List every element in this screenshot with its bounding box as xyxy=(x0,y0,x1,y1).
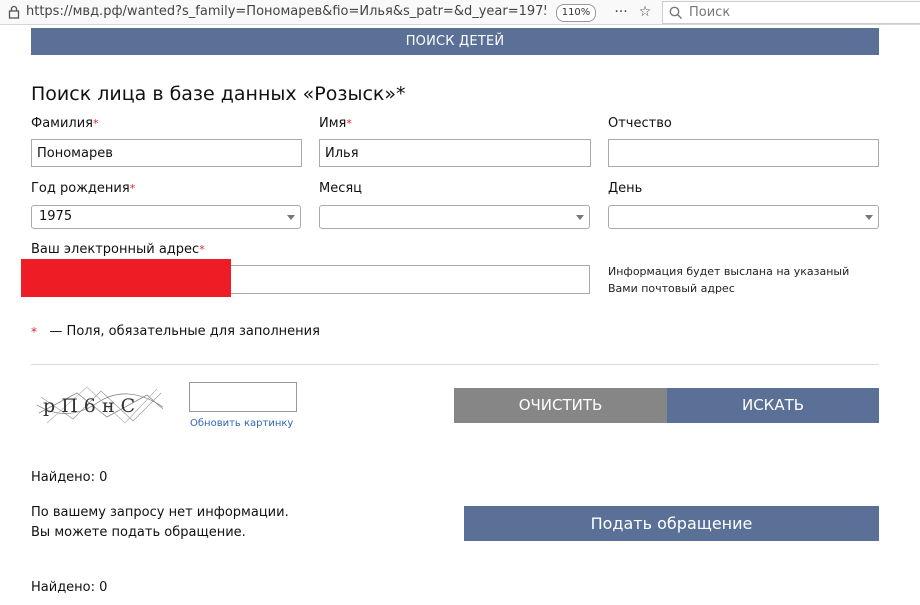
day-select[interactable] xyxy=(608,205,879,229)
url-text[interactable]: https://мвд.рф/wanted?s_family=Пономарев… xyxy=(26,3,546,21)
patronymic-label: Отчество xyxy=(608,116,672,131)
captcha-input[interactable] xyxy=(189,382,297,412)
no-results-message: По вашему запросу нет информации. Вы мож… xyxy=(31,503,289,543)
clear-button[interactable]: ОЧИСТИТЬ xyxy=(454,388,667,423)
chevron-down-icon xyxy=(865,215,873,220)
month-select[interactable] xyxy=(319,205,590,229)
required-mark: * xyxy=(31,325,37,339)
redaction-block xyxy=(21,259,231,297)
captcha-image: р П 6 н С xyxy=(36,383,165,427)
results-count: Найдено: 0 xyxy=(31,580,108,595)
required-mark: * xyxy=(346,117,352,130)
name-label: Имя* xyxy=(319,116,352,131)
day-label: День xyxy=(608,181,643,196)
results-count: Найдено: 0 xyxy=(31,470,108,485)
star-icon[interactable]: ☆ xyxy=(636,2,654,22)
birth-year-value: 1975 xyxy=(39,209,73,224)
browser-search-box[interactable]: Поиск xyxy=(662,1,920,24)
lock-icon[interactable] xyxy=(8,5,20,19)
title-asterisk: * xyxy=(396,83,406,105)
divider xyxy=(31,364,879,365)
page-actions-menu[interactable]: ··· xyxy=(612,2,630,22)
email-hint: Информация будет выслана на указаный Вам… xyxy=(608,265,850,295)
zoom-level-badge[interactable]: 110% xyxy=(556,4,596,22)
required-mark: * xyxy=(199,243,205,256)
surname-input[interactable] xyxy=(31,139,302,167)
patronymic-input[interactable] xyxy=(608,139,879,167)
captcha-text: р П 6 н С xyxy=(43,395,135,417)
page-title: Поиск лица в базе данных «Розыск»* xyxy=(31,83,406,105)
required-mark: * xyxy=(93,117,99,130)
search-button[interactable]: ИСКАТЬ xyxy=(667,388,879,423)
birth-year-select[interactable]: 1975 xyxy=(31,205,301,229)
no-results-line: По вашему запросу нет информации. xyxy=(31,505,289,520)
appeal-suggestion-line: Вы можете подать обращение. xyxy=(31,525,246,540)
chevron-down-icon xyxy=(576,215,584,220)
children-search-banner[interactable]: ПОИСК ДЕТЕЙ xyxy=(31,28,879,55)
browser-search-placeholder: Поиск xyxy=(689,5,731,20)
month-label: Месяц xyxy=(319,181,363,196)
surname-label: Фамилия* xyxy=(31,116,99,131)
refresh-captcha-link[interactable]: Обновить картинку xyxy=(190,417,293,431)
email-label: Ваш электронный адрес* xyxy=(31,242,205,257)
required-fields-note: * — Поля, обязательные для заполнения xyxy=(31,324,320,339)
chevron-down-icon xyxy=(287,215,295,220)
required-mark: * xyxy=(129,182,136,195)
address-bar: https://мвд.рф/wanted?s_family=Пономарев… xyxy=(0,0,920,25)
birth-year-label: Год рождения* xyxy=(31,181,136,196)
search-icon xyxy=(669,5,683,20)
name-input[interactable] xyxy=(319,139,591,167)
submit-appeal-button[interactable]: Подать обращение xyxy=(464,506,879,541)
